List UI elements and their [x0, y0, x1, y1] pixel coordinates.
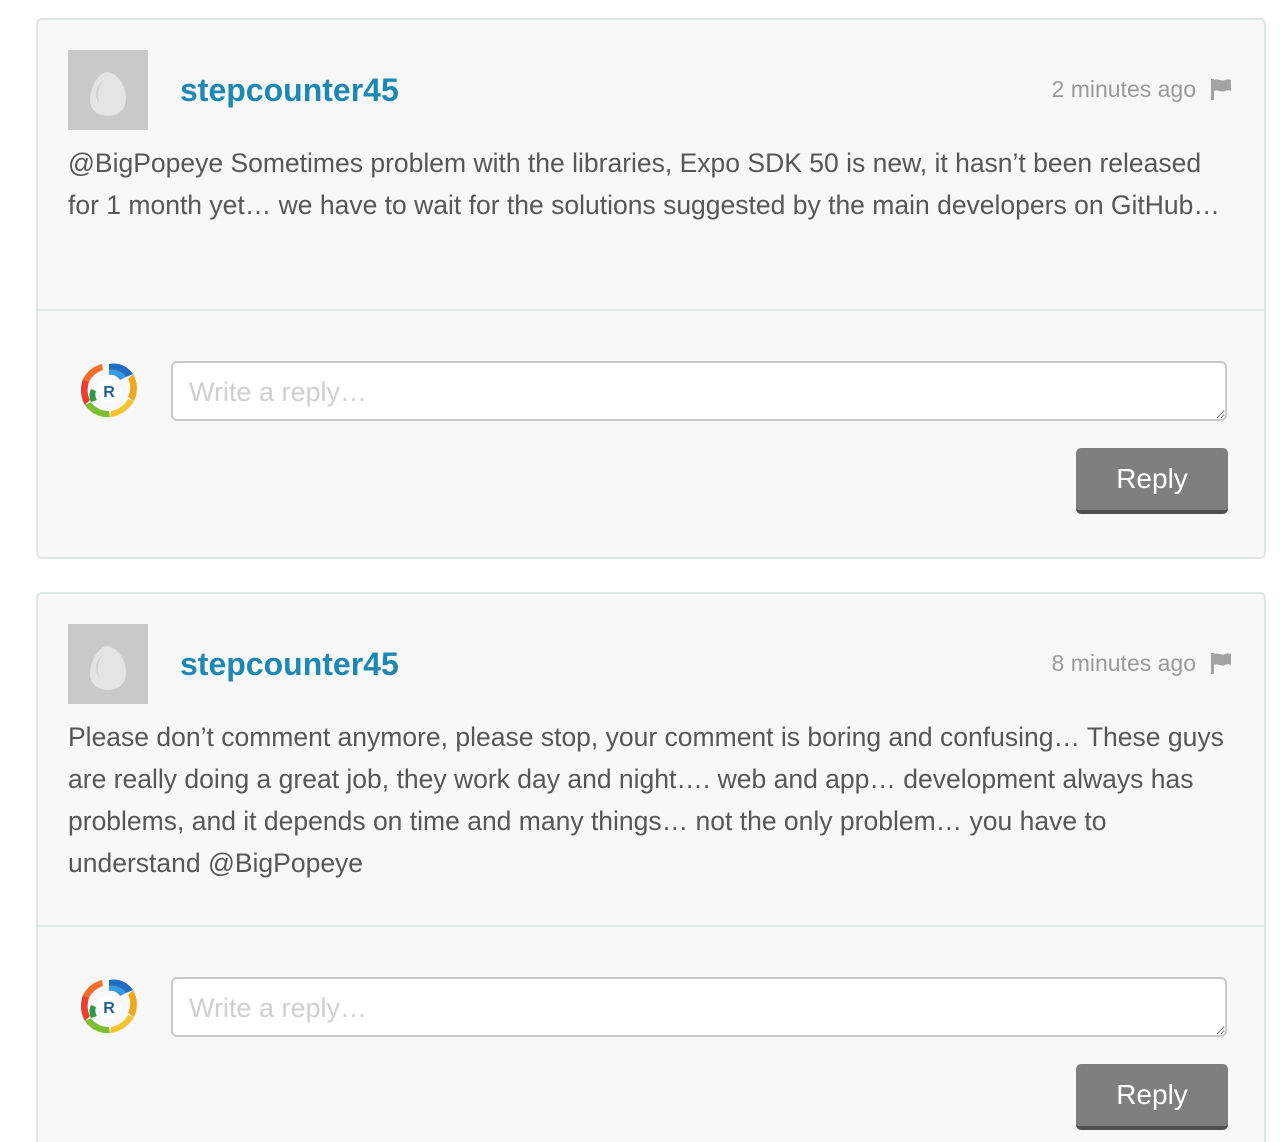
comment-text: Please don’t comment anymore, please sto…	[68, 722, 1224, 878]
comment-body: stepcounter45 2 minutes ago @BigPopeye S…	[38, 20, 1264, 226]
reply-form: R Reply	[38, 309, 1264, 557]
flag-icon[interactable]	[1208, 76, 1234, 102]
author-name-link[interactable]: stepcounter45	[180, 644, 399, 684]
svg-text:R: R	[103, 384, 115, 401]
comment-timestamp[interactable]: 8 minutes ago	[1052, 648, 1196, 678]
comment-text: @BigPopeye Sometimes problem with the li…	[68, 148, 1220, 220]
flag-icon[interactable]	[1208, 650, 1234, 676]
comment-body: stepcounter45 8 minutes ago Please don’t…	[38, 594, 1264, 884]
svg-text:R: R	[103, 1000, 115, 1017]
reply-button[interactable]: Reply	[1076, 1064, 1228, 1130]
comment-header: stepcounter45 8 minutes ago	[68, 624, 1234, 704]
user-logo-avatar-icon: R	[78, 360, 140, 422]
reply-button[interactable]: Reply	[1076, 448, 1228, 514]
comment-card: stepcounter45 8 minutes ago Please don’t…	[36, 592, 1266, 1142]
default-avatar-icon[interactable]	[68, 624, 148, 704]
comment-meta: 8 minutes ago	[1052, 648, 1234, 678]
comment-feed: stepcounter45 2 minutes ago @BigPopeye S…	[0, 0, 1280, 1142]
comment-card: stepcounter45 2 minutes ago @BigPopeye S…	[36, 18, 1266, 559]
reply-input[interactable]	[171, 361, 1227, 421]
reply-form: R Reply	[38, 925, 1264, 1142]
reply-input[interactable]	[171, 977, 1227, 1037]
author-name-link[interactable]: stepcounter45	[180, 70, 399, 110]
comment-timestamp[interactable]: 2 minutes ago	[1052, 74, 1196, 104]
user-logo-avatar-icon: R	[78, 976, 140, 1038]
comment-header: stepcounter45 2 minutes ago	[68, 50, 1234, 130]
comment-meta: 2 minutes ago	[1052, 74, 1234, 104]
default-avatar-icon[interactable]	[68, 50, 148, 130]
